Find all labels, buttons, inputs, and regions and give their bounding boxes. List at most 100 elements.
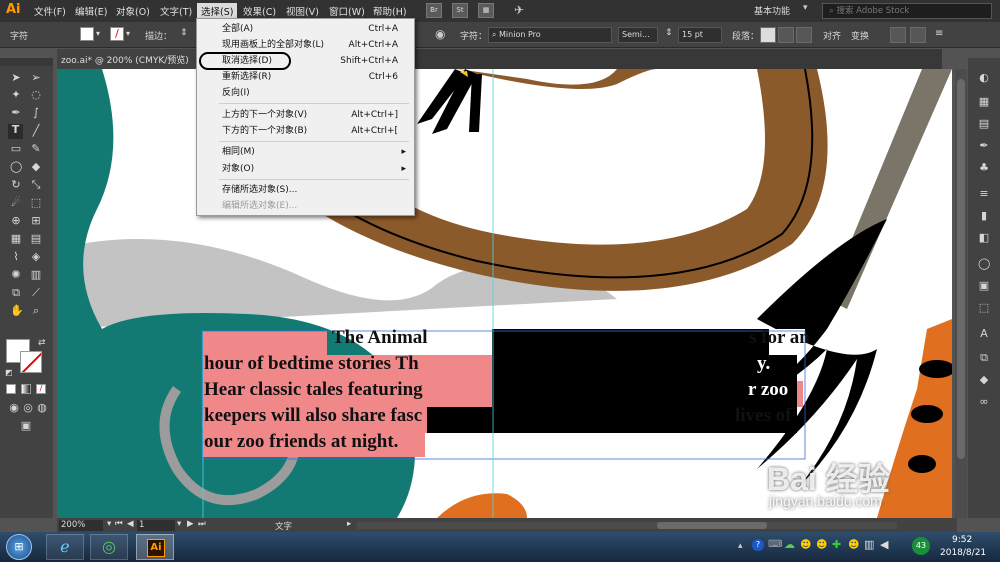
panel-menu-icon[interactable]: ≡: [935, 28, 943, 39]
help-tray-icon[interactable]: ?: [752, 539, 764, 551]
menu-item-save-selection[interactable]: 存储所选对象(S)...: [197, 182, 414, 198]
chevron-down-icon[interactable]: ▾: [177, 519, 181, 529]
brushes-panel-icon[interactable]: ✒: [978, 140, 990, 152]
pen-tool-icon[interactable]: ✒: [10, 107, 22, 119]
menu-item-next-object-above[interactable]: 上方的下一个对象(V) Alt+Ctrl+]: [197, 107, 414, 123]
gradient-tool-icon[interactable]: ▤: [30, 233, 42, 245]
clock-date[interactable]: 2018/8/21: [940, 548, 986, 558]
links-panel-icon[interactable]: ∞: [978, 396, 990, 408]
taskbar-illustrator[interactable]: Ai: [136, 534, 174, 560]
stroke-panel-icon[interactable]: ≡: [978, 188, 990, 200]
grid-icon[interactable]: [910, 27, 926, 43]
perspective-grid-tool-icon[interactable]: ⊞: [30, 215, 42, 227]
layers-panel-icon[interactable]: ◆: [978, 374, 990, 386]
gpu-performance-icon[interactable]: ✈: [514, 3, 524, 17]
color-panel-icon[interactable]: ◐: [978, 72, 990, 84]
warp-tool-icon[interactable]: ☄: [10, 197, 22, 209]
color-mode-icon[interactable]: [6, 384, 16, 394]
show-hidden-icons[interactable]: ▴: [738, 541, 743, 551]
rectangle-tool-icon[interactable]: ▭: [10, 143, 22, 155]
menu-view[interactable]: 视图(V): [286, 4, 319, 18]
layers-link-icon[interactable]: ⬚: [978, 302, 990, 314]
shape-builder-tool-icon[interactable]: ⊕: [10, 215, 22, 227]
rotate-tool-icon[interactable]: ↻: [10, 179, 22, 191]
graphic-styles-icon[interactable]: ▣: [978, 280, 990, 292]
type-tool-icon[interactable]: T: [8, 124, 23, 139]
draw-inside-icon[interactable]: ◍: [36, 402, 48, 414]
wechat-tray-icon[interactable]: ☁: [784, 538, 795, 551]
symbols-panel-icon[interactable]: ♣: [978, 162, 990, 174]
zoom-level[interactable]: 200%: [59, 520, 103, 531]
menu-help[interactable]: 帮助(H): [373, 4, 407, 18]
horizontal-scrollbar[interactable]: [357, 522, 897, 529]
curvature-tool-icon[interactable]: ∫: [30, 107, 42, 119]
align-right-icon[interactable]: [796, 27, 812, 43]
first-artboard-icon[interactable]: ⏮: [115, 519, 123, 529]
gradient-mode-icon[interactable]: [21, 384, 31, 394]
last-artboard-icon[interactable]: ⏭: [198, 519, 206, 529]
align-link[interactable]: 对齐: [823, 29, 841, 42]
volume-tray-icon[interactable]: ◀: [880, 538, 888, 551]
magic-wand-tool-icon[interactable]: ✦: [10, 89, 22, 101]
column-graph-tool-icon[interactable]: ▥: [30, 269, 42, 281]
isolate-icon[interactable]: [890, 27, 906, 43]
free-transform-tool-icon[interactable]: ⬚: [30, 197, 42, 209]
chevron-down-icon[interactable]: ▾: [803, 3, 808, 13]
chevron-down-icon[interactable]: ▾: [126, 29, 130, 38]
none-mode-icon[interactable]: /: [36, 384, 46, 394]
direct-selection-tool-icon[interactable]: ➢: [30, 72, 42, 84]
network-tray-icon[interactable]: ▥: [864, 538, 874, 551]
menu-window[interactable]: 窗口(W): [329, 4, 365, 18]
bridge-button[interactable]: Br: [426, 3, 442, 18]
lasso-tool-icon[interactable]: ◌: [30, 89, 42, 101]
appearance-panel-icon[interactable]: ◯: [978, 258, 990, 270]
previous-artboard-icon[interactable]: ◀: [127, 519, 134, 529]
internet-explorer-icon[interactable]: ℯ: [46, 534, 84, 560]
menu-item-all[interactable]: 全部(A) Ctrl+A: [197, 21, 414, 37]
menu-item-next-object-below[interactable]: 下方的下一个对象(B) Alt+Ctrl+[: [197, 123, 414, 139]
font-size-stepper[interactable]: ⇕: [665, 28, 673, 38]
character-panel-icon[interactable]: A: [978, 328, 990, 340]
slice-tool-icon[interactable]: ⟋: [30, 287, 42, 299]
swatches-panel-icon[interactable]: ▤: [978, 118, 990, 130]
align-left-icon[interactable]: [760, 27, 776, 43]
scale-tool-icon[interactable]: ⤡: [30, 179, 42, 191]
stroke-color-swatch[interactable]: [20, 351, 42, 373]
next-artboard-icon[interactable]: ▶: [187, 519, 194, 529]
chevron-down-icon[interactable]: ▾: [107, 519, 111, 529]
workspace-switcher[interactable]: 基本功能: [754, 4, 790, 17]
menu-type[interactable]: 文字(T): [160, 4, 192, 18]
menu-object[interactable]: 对象(O): [116, 4, 150, 18]
transparency-panel-icon[interactable]: ◧: [978, 232, 990, 244]
transform-link[interactable]: 变换: [851, 29, 869, 42]
qq-tray-icon-2[interactable]: ☻: [816, 538, 827, 551]
stroke-stepper[interactable]: ⇕: [180, 28, 188, 38]
stroke-swatch[interactable]: /: [110, 27, 124, 41]
menu-item-inverse[interactable]: 反向(I): [197, 85, 414, 101]
blend-tool-icon[interactable]: ◈: [30, 251, 42, 263]
vertical-scrollbar[interactable]: [955, 69, 967, 518]
gradient-panel-icon[interactable]: ▮: [978, 210, 990, 222]
artboard-canvas[interactable]: The Animal s for an hour of bedtime stor…: [57, 69, 952, 518]
security-tray-icon[interactable]: ✚: [832, 538, 841, 551]
chevron-down-icon[interactable]: ▾: [96, 29, 100, 38]
symbol-sprayer-tool-icon[interactable]: ✺: [10, 269, 22, 281]
menu-item-all-on-artboard[interactable]: 现用画板上的全部对象(L) Alt+Ctrl+A: [197, 37, 414, 53]
document-tab[interactable]: zoo.ai* @ 200% (CMYK/预览): [57, 49, 197, 69]
draw-mode-icon[interactable]: ◉: [8, 402, 20, 414]
menu-item-same[interactable]: 相同(M) ▸: [197, 144, 414, 160]
qq-tray-icon[interactable]: ☻: [800, 538, 811, 551]
default-colors-icon[interactable]: ◩: [5, 368, 13, 377]
menu-edit[interactable]: 编辑(E): [75, 4, 107, 18]
align-center-icon[interactable]: [778, 27, 794, 43]
selection-tool-icon[interactable]: ➤: [10, 72, 22, 84]
menu-effect[interactable]: 效果(C): [243, 4, 276, 18]
clock-time[interactable]: 9:52: [952, 535, 972, 545]
scrollbar-thumb[interactable]: [957, 79, 965, 459]
menu-item-reselect[interactable]: 重新选择(R) Ctrl+6: [197, 69, 414, 85]
eraser-tool-icon[interactable]: ◆: [30, 161, 42, 173]
recolor-icon[interactable]: ◉: [435, 27, 445, 41]
stock-search-input[interactable]: ⌕ 搜索 Adobe Stock: [822, 3, 992, 19]
artboard-tool-icon[interactable]: ⧉: [10, 287, 22, 299]
eyedropper-tool-icon[interactable]: ⌇: [10, 251, 22, 263]
